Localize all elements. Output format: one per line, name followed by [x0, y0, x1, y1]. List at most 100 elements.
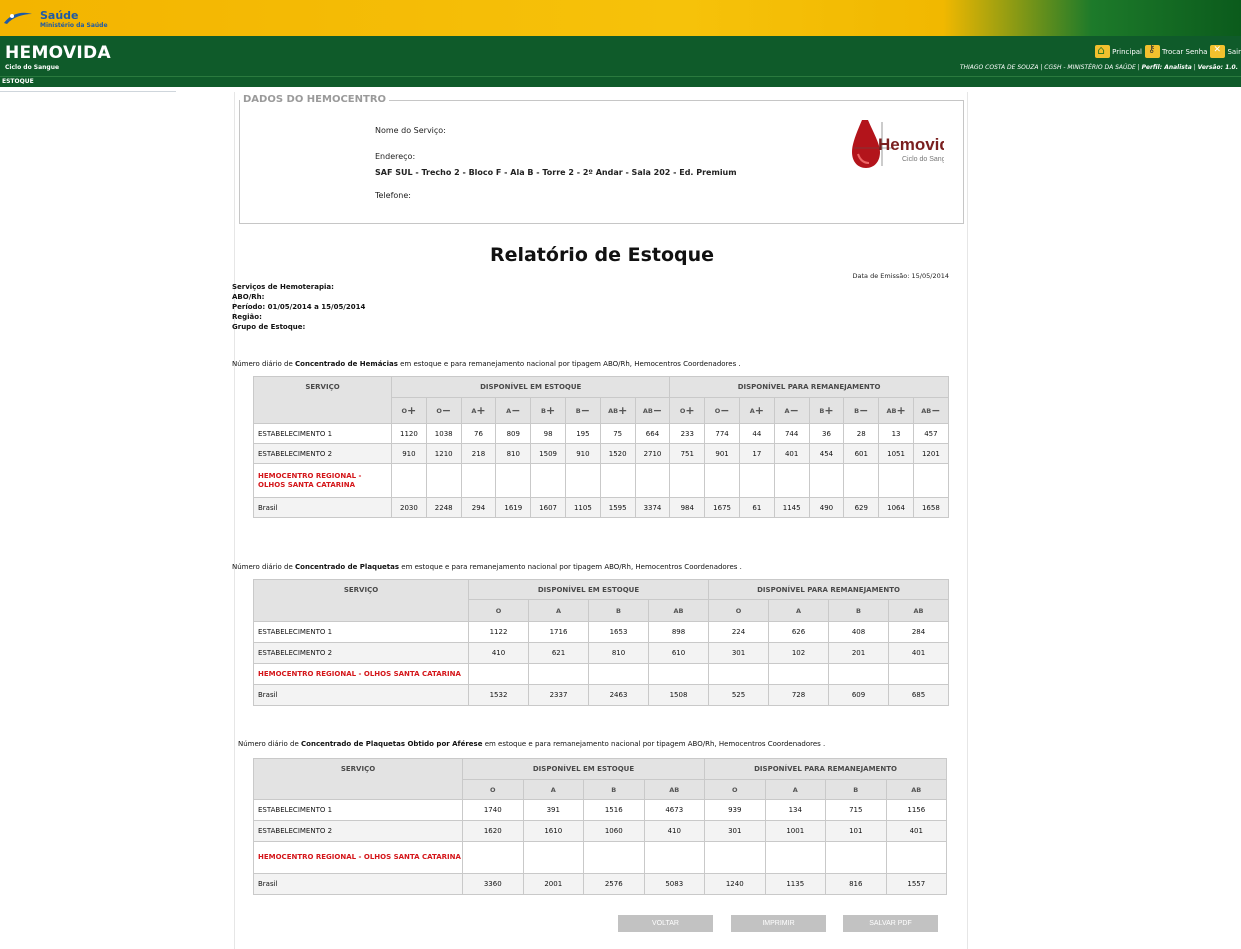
logout-link[interactable]: Sair	[1210, 45, 1241, 58]
table-cell	[887, 663, 950, 685]
table-cell: 1201	[912, 443, 949, 464]
table-cell: 1619	[495, 497, 532, 518]
col-type: AB	[887, 599, 950, 622]
type-sign: +	[476, 404, 486, 417]
type-group: AB	[886, 407, 897, 415]
col-type: A+	[460, 397, 497, 424]
table-cell	[648, 663, 709, 685]
save-pdf-button[interactable]: SALVAR PDF	[843, 915, 938, 932]
table-row: Brasil 2030 2248 294 1619 1607 1105 1595 3374 984…	[253, 497, 949, 518]
col-service: SERVIÇO	[253, 579, 469, 622]
service-name: ESTABELECIMENTO 1	[253, 423, 392, 444]
table-cell: 218	[460, 443, 497, 464]
type-sign: −	[580, 404, 590, 417]
table-cell	[708, 663, 769, 685]
table-cell: 4673	[643, 799, 705, 821]
col-type: B	[828, 599, 889, 622]
service-name: ESTABELECIMENTO 2	[253, 443, 392, 464]
key-icon	[1145, 44, 1161, 58]
table2-caption-post: em estoque e para remanejamento nacional…	[399, 563, 742, 571]
table-cell: 2001	[522, 873, 584, 895]
table-cell: 629	[843, 497, 880, 518]
platelets-table: SERVIÇO DISPONÍVEL EM ESTOQUE DISPONÍVEL…	[253, 579, 950, 706]
red-cells-table: SERVIÇO DISPONÍVEL EM ESTOQUE DISPONÍVEL…	[253, 376, 949, 518]
table2-caption: Número diário de Concentrado de Plaqueta…	[232, 563, 742, 571]
sub-nav: ESTOQUE	[0, 76, 1241, 87]
col-type: B−	[843, 397, 880, 424]
table-cell	[530, 463, 566, 498]
table-row: ESTABELECIMENTO 2 410 621 810 610 301 102 201 40…	[253, 642, 950, 664]
col-type: AB−	[912, 397, 949, 424]
table-row: ESTABELECIMENTO 1 1740 391 1516 4673 939 134 71…	[253, 799, 948, 821]
type-sign: +	[896, 404, 906, 417]
col-type: B+	[530, 397, 566, 424]
back-button[interactable]: VOLTAR	[618, 915, 713, 932]
table-cell: 910	[564, 443, 601, 464]
table-cell: 1156	[885, 799, 948, 821]
home-link[interactable]: Principal	[1095, 43, 1143, 58]
hemovida-logo: Hemovida Ciclo do Sangue	[852, 120, 944, 168]
table-cell: 1051	[878, 443, 914, 464]
table-cell: 490	[808, 497, 845, 518]
table-cell	[425, 463, 462, 498]
col-type: A−	[495, 397, 532, 424]
table-cell: 1105	[564, 497, 601, 518]
table-cell	[773, 463, 810, 498]
col-realloc: DISPONÍVEL PARA REMANEJAMENTO	[707, 579, 950, 600]
col-type: O	[708, 599, 769, 622]
type-sign: −	[931, 404, 941, 417]
table-cell: 1509	[530, 443, 566, 464]
col-type: B+	[808, 397, 845, 424]
table-cell: 1240	[704, 873, 766, 895]
col-type: B	[583, 779, 645, 800]
print-button[interactable]: IMPRIMIR	[731, 915, 826, 932]
address-value: SAF SUL - Trecho 2 - Bloco F - Ala B - T…	[375, 168, 737, 177]
table-cell	[564, 463, 601, 498]
table-cell: 284	[887, 621, 950, 643]
col-type: A	[522, 779, 584, 800]
table-cell: 457	[912, 423, 949, 444]
col-type: A−	[773, 397, 810, 424]
filter-services: Serviços de Hemoterapia:	[232, 283, 334, 291]
change-password-link[interactable]: Trocar Senha	[1145, 44, 1207, 58]
table-cell	[738, 463, 775, 498]
table-cell: 3374	[634, 497, 671, 518]
table-cell	[912, 463, 949, 498]
service-name: ESTABELECIMENTO 1	[253, 799, 463, 821]
table3-caption-pre: Número diário de	[238, 740, 302, 748]
table-cell: 621	[528, 642, 589, 664]
table-cell	[583, 841, 645, 874]
table1-caption-bold: Concentrado de Hemácias	[295, 360, 398, 368]
table-cell: 28	[843, 423, 880, 444]
table-row: HEMOCENTRO REGIONAL - OLHOS SANTA CATARI…	[253, 663, 950, 685]
table-cell: 744	[773, 423, 810, 444]
table-cell: 2576	[583, 873, 645, 895]
breadcrumb[interactable]: ESTOQUE	[2, 78, 34, 85]
type-sign: −	[511, 404, 521, 417]
col-type: B	[825, 779, 887, 800]
type-sign: +	[618, 404, 628, 417]
table-cell: 901	[704, 443, 740, 464]
table-cell	[495, 463, 532, 498]
apheresis-table: SERVIÇO DISPONÍVEL EM ESTOQUE DISPONÍVEL…	[253, 758, 948, 895]
col-type: A	[528, 599, 589, 622]
table-cell: 1658	[912, 497, 949, 518]
table-cell	[825, 841, 887, 874]
type-group: AB	[608, 407, 619, 415]
table3-caption-post: em estoque e para remanejamento nacional…	[482, 740, 826, 748]
table-cell: 751	[669, 443, 706, 464]
col-type: AB+	[599, 397, 636, 424]
table-cell: 201	[828, 642, 889, 664]
table-cell: 1675	[704, 497, 740, 518]
type-group: AB	[642, 407, 653, 415]
col-realloc: DISPONÍVEL PARA REMANEJAMENTO	[703, 758, 948, 780]
gov-ministry: Ministério da Saúde	[40, 22, 108, 29]
table-cell: 525	[708, 684, 769, 706]
table-cell: 810	[495, 443, 532, 464]
type-sign: −	[789, 404, 799, 417]
table-cell: 391	[522, 799, 584, 821]
home-label: Principal	[1112, 47, 1143, 56]
col-type: A	[764, 779, 826, 800]
table-cell: 102	[768, 642, 829, 664]
col-type: B−	[564, 397, 601, 424]
